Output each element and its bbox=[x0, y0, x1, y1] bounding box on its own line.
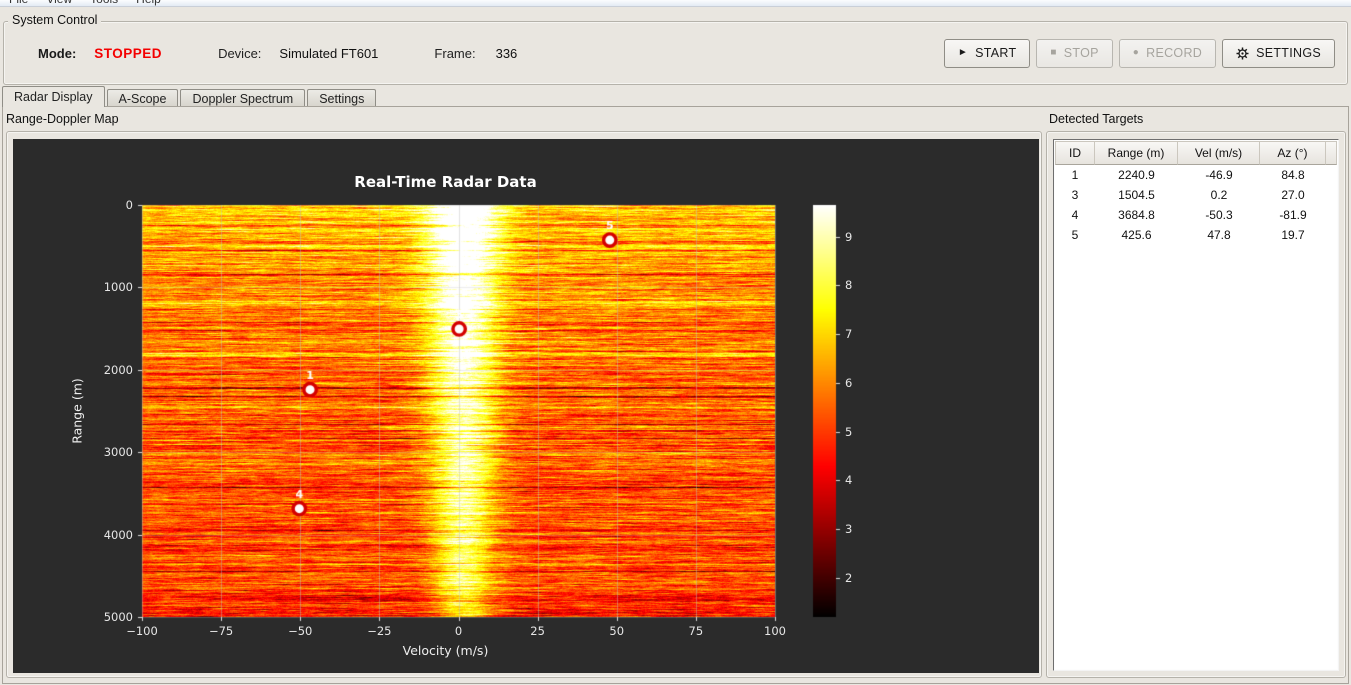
play-icon: ► bbox=[957, 47, 969, 58]
colorbar-tick-label: 2 bbox=[845, 570, 853, 585]
range-doppler-heatmap-canvas[interactable] bbox=[13, 139, 1039, 673]
record-icon: ● bbox=[1132, 47, 1140, 58]
column-header-velms[interactable]: Vel (m/s) bbox=[1178, 141, 1260, 165]
table-row[interactable]: 5 425.6 47.8 19.7 bbox=[1055, 225, 1337, 245]
column-header-filler bbox=[1326, 141, 1337, 165]
x-tick-label: 75 bbox=[688, 624, 704, 638]
y-tick-label: 2000 bbox=[103, 362, 133, 377]
settings-button-label: SETTINGS bbox=[1256, 46, 1321, 60]
table-cell: -46.9 bbox=[1205, 168, 1233, 182]
menu-item-view[interactable]: View bbox=[37, 0, 81, 6]
table-cell: 84.8 bbox=[1281, 168, 1305, 182]
y-tick-label: 4000 bbox=[103, 527, 133, 542]
tab-bar: Radar Display A-Scope Doppler Spectrum Sett… bbox=[2, 86, 378, 107]
y-tick-label: 0 bbox=[125, 198, 133, 212]
colorbar-tick-label: 3 bbox=[845, 522, 853, 537]
stop-icon: ■ bbox=[1050, 47, 1057, 58]
tab-doppler-spectrum[interactable]: Doppler Spectrum bbox=[180, 89, 306, 107]
table-cell: 2240.9 bbox=[1118, 168, 1155, 182]
table-cell: 425.6 bbox=[1121, 228, 1152, 242]
colorbar-tick-label: 4 bbox=[845, 473, 853, 488]
table-row[interactable]: 3 1504.5 0.2 27.0 bbox=[1055, 185, 1337, 205]
y-tick-label: 5000 bbox=[103, 610, 133, 624]
settings-button[interactable]: SETTINGS bbox=[1222, 38, 1335, 68]
menu-item-help[interactable]: Help bbox=[127, 0, 170, 6]
detected-targets-table[interactable]: ID Range (m) Vel (m/s) Az (°) 1 2240.9 -46.9 8… bbox=[1053, 139, 1339, 671]
device-label: Device: bbox=[218, 45, 262, 61]
table-cell: -50.3 bbox=[1205, 208, 1233, 222]
table-cell: 3684.8 bbox=[1118, 208, 1155, 222]
column-header-az[interactable]: Az (°) bbox=[1260, 141, 1326, 165]
mode-value: STOPPED bbox=[94, 45, 163, 61]
table-cell: 47.8 bbox=[1207, 228, 1231, 242]
record-button-label: RECORD bbox=[1146, 46, 1203, 60]
radar-plot-panel: Real-Time Radar Data Velocity (m/s) Rang… bbox=[13, 139, 1039, 673]
x-tick-label: −50 bbox=[288, 624, 313, 638]
colorbar-tick-label: 5 bbox=[845, 424, 853, 439]
table-cell: 4 bbox=[1071, 208, 1079, 222]
detected-targets-title: Detected Targets bbox=[1049, 112, 1144, 126]
frame-value: 336 bbox=[495, 45, 518, 61]
x-tick-label: 0 bbox=[454, 624, 463, 638]
table-cell: 5 bbox=[1071, 228, 1079, 242]
table-cell: 3 bbox=[1071, 188, 1079, 202]
start-button-label: START bbox=[975, 46, 1017, 60]
stop-button[interactable]: ■ STOP bbox=[1036, 38, 1113, 68]
x-tick-label: −75 bbox=[208, 624, 234, 638]
x-axis-label: Velocity (m/s) bbox=[402, 643, 489, 658]
x-tick-label: −25 bbox=[367, 624, 392, 638]
mode-label: Mode: bbox=[38, 45, 77, 61]
y-axis-label: Range (m) bbox=[69, 378, 85, 444]
plot-title: Real-Time Radar Data bbox=[354, 173, 537, 191]
menu-bar: FileViewToolsHelp bbox=[0, 0, 1351, 7]
y-tick-label: 1000 bbox=[103, 280, 133, 295]
frame-label: Frame: bbox=[434, 45, 476, 61]
x-tick-label: −100 bbox=[126, 624, 158, 638]
table-cell: 1 bbox=[1071, 168, 1079, 182]
table-row[interactable]: 4 3684.8 -50.3 -81.9 bbox=[1055, 205, 1337, 225]
y-tick-label: 3000 bbox=[103, 445, 133, 460]
colorbar-tick-label: 8 bbox=[845, 278, 853, 293]
table-row[interactable]: 1 2240.9 -46.9 84.8 bbox=[1055, 165, 1337, 185]
table-cell: 0.2 bbox=[1210, 188, 1228, 202]
gear-icon bbox=[1236, 46, 1249, 60]
record-button[interactable]: ● RECORD bbox=[1118, 38, 1217, 68]
table-cell: 1504.5 bbox=[1118, 188, 1155, 202]
system-control-group: System Control Mode: STOPPED Device: Sim… bbox=[3, 13, 1348, 85]
range-doppler-map-title: Range-Doppler Map bbox=[6, 112, 119, 126]
column-header-id[interactable]: ID bbox=[1055, 141, 1095, 165]
x-tick-label: 100 bbox=[764, 624, 786, 638]
device-value: Simulated FT601 bbox=[279, 45, 379, 61]
tab-a-scope[interactable]: A-Scope bbox=[106, 89, 179, 107]
table-cell: 27.0 bbox=[1281, 188, 1305, 202]
menu-item-tools[interactable]: Tools bbox=[81, 0, 127, 6]
table-cell: 19.7 bbox=[1281, 228, 1305, 242]
x-tick-label: 50 bbox=[609, 624, 625, 638]
column-header-rangem[interactable]: Range (m) bbox=[1095, 141, 1178, 165]
tab-settings[interactable]: Settings bbox=[307, 89, 377, 107]
colorbar-tick-label: 9 bbox=[845, 229, 853, 244]
tab-radar-display[interactable]: Radar Display bbox=[2, 86, 105, 107]
menu-item-file[interactable]: File bbox=[0, 0, 37, 6]
colorbar-tick-label: 6 bbox=[845, 375, 853, 390]
start-button[interactable]: ► START bbox=[943, 38, 1031, 68]
stop-button-label: STOP bbox=[1063, 46, 1099, 60]
x-tick-label: 25 bbox=[530, 624, 545, 638]
colorbar-tick-label: 7 bbox=[845, 327, 853, 342]
table-cell: -81.9 bbox=[1279, 208, 1307, 222]
